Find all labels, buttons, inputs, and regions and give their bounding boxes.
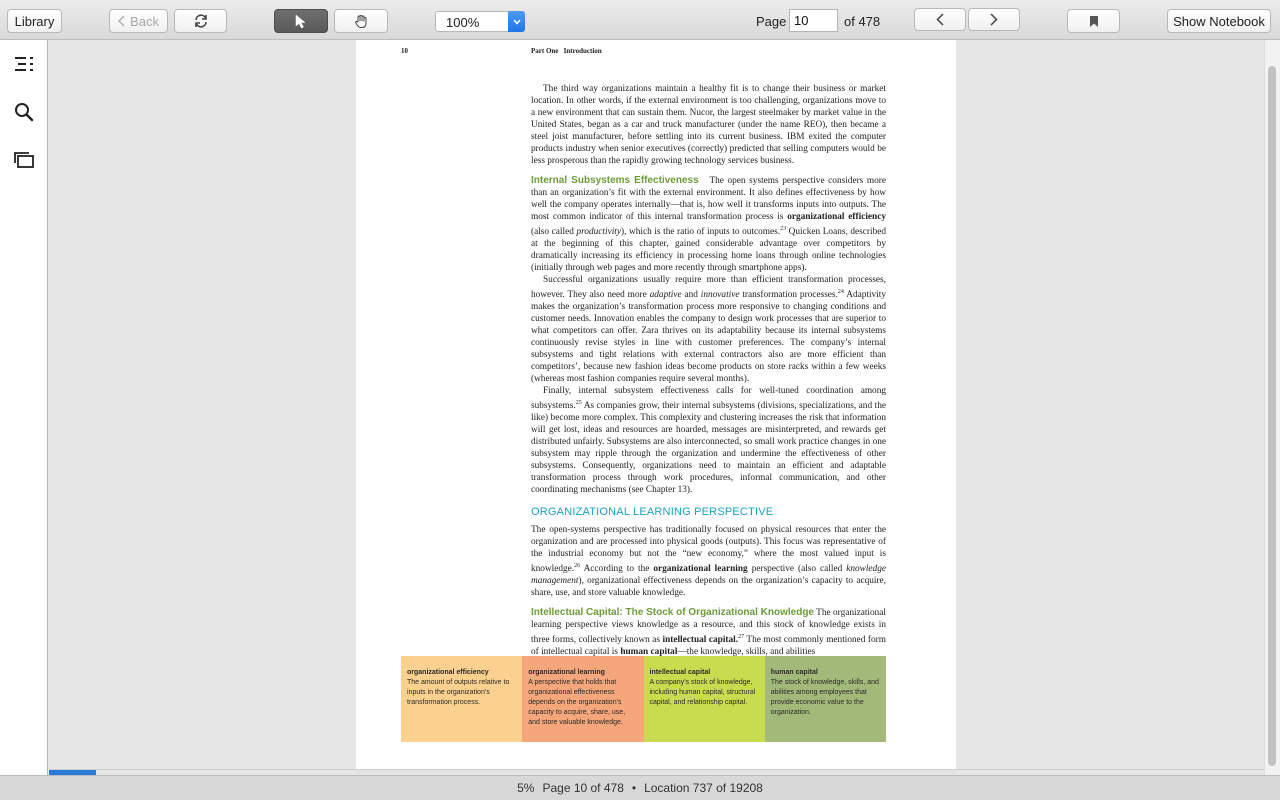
bookmark-button[interactable] — [1067, 9, 1120, 33]
section-heading: ORGANIZATIONAL LEARNING PERSPECTIVE — [531, 506, 774, 519]
previous-page-button[interactable] — [914, 8, 966, 31]
paragraph-text: ), organizational effectiveness depends … — [531, 576, 886, 599]
progress-percent: 5% — [517, 781, 535, 795]
glossary-term: human capital — [770, 669, 818, 676]
zoom-value: 100% — [446, 15, 480, 30]
hand-icon — [354, 14, 369, 29]
reader-content: 10 Part One Introduction The third way o… — [49, 40, 1264, 769]
thumbnails-icon[interactable] — [13, 149, 35, 171]
status-separator: • — [631, 781, 637, 795]
running-head-part: Part One — [531, 47, 559, 55]
key-term: intellectual capital. — [662, 635, 739, 646]
page-label: Page — [756, 14, 787, 29]
paragraph-text: According to the — [580, 564, 654, 575]
emphasis: productivity — [576, 227, 622, 238]
emphasis: innovative — [700, 290, 740, 301]
refresh-icon — [193, 13, 209, 29]
location-info: Location 737 of 19208 — [644, 781, 763, 795]
emphasis: adaptive — [649, 290, 682, 301]
table-of-contents-icon[interactable] — [13, 53, 35, 75]
page-total: of 478 — [844, 14, 881, 29]
refresh-button[interactable] — [174, 9, 227, 33]
vertical-scrollbar[interactable] — [1264, 40, 1280, 775]
glossary-item: intellectual capital A company’s stock o… — [643, 656, 765, 742]
glossary-definition: The stock of knowledge, skills, and abil… — [770, 679, 879, 716]
key-term: organizational efficiency — [787, 212, 886, 222]
paragraph-text: and — [681, 290, 701, 301]
glossary-definition: The amount of outputs relative to inputs… — [407, 679, 510, 706]
running-head: Part One Introduction — [531, 47, 602, 55]
back-button[interactable]: Back — [109, 9, 168, 33]
pointer-icon — [295, 13, 307, 29]
chevron-down-icon — [508, 11, 525, 32]
scrollbar-thumb[interactable] — [1268, 66, 1276, 766]
library-button[interactable]: Library — [7, 9, 62, 33]
paragraph-text: transformation processes. — [739, 290, 838, 301]
paragraph: Intellectual Capital: The Stock of Organ… — [531, 607, 886, 658]
chevron-left-icon — [118, 15, 125, 27]
glossary-item: human capital The stock of knowledge, sk… — [764, 656, 886, 742]
paragraph-text: The third way organizations maintain a h… — [531, 84, 886, 166]
paragraph-text: (also called — [531, 227, 577, 238]
back-label: Back — [130, 13, 159, 29]
glossary-strip: organizational efficiency The amount of … — [401, 656, 886, 742]
chevron-left-icon — [936, 13, 944, 26]
paragraph: Finally, internal subsystem effectivenes… — [531, 385, 886, 496]
sidebar — [0, 40, 48, 775]
page-number: 10 — [401, 47, 408, 55]
paragraph: The third way organizations maintain a h… — [531, 83, 886, 167]
paragraph: Internal Subsystems Effectiveness The op… — [531, 175, 886, 274]
show-notebook-button[interactable]: Show Notebook — [1167, 9, 1271, 33]
paragraph-text: Adaptivity makes the organization’s tran… — [531, 290, 886, 385]
search-icon[interactable] — [13, 101, 35, 123]
section-heading: Intellectual Capital: The Stock of Organ… — [531, 607, 814, 619]
glossary-term: organizational efficiency — [407, 669, 489, 676]
toolbar: Library Back 100% Page 10 of 478 Show No… — [0, 0, 1280, 40]
zoom-select[interactable]: 100% — [435, 11, 525, 32]
page-body: The third way organizations maintain a h… — [531, 83, 886, 658]
chevron-right-icon — [990, 13, 998, 26]
glossary-term: intellectual capital — [649, 669, 711, 676]
page-info: Page 10 of 478 — [542, 781, 624, 795]
glossary-item: organizational efficiency The amount of … — [401, 656, 523, 742]
paragraph-text: ), which is the ratio of inputs to outco… — [621, 227, 781, 238]
next-page-button[interactable] — [968, 8, 1020, 31]
glossary-definition: A company’s stock of knowledge, includin… — [649, 679, 756, 706]
bookmark-icon — [1089, 15, 1099, 28]
glossary-definition: A perspective that holds that organizati… — [528, 679, 626, 726]
page-number-input[interactable]: 10 — [789, 9, 838, 32]
glossary-term: organizational learning — [528, 669, 605, 676]
book-page: 10 Part One Introduction The third way o… — [356, 40, 956, 769]
paragraph: The open-systems perspective has traditi… — [531, 524, 886, 599]
paragraph-text: As companies grow, their internal subsys… — [531, 401, 886, 496]
select-tool-button[interactable] — [274, 9, 328, 33]
status-bar: 5% Page 10 of 478 • Location 737 of 1920… — [0, 775, 1280, 800]
running-head-title: Introduction — [563, 47, 602, 55]
section-heading: Internal Subsystems Effectiveness — [531, 175, 699, 186]
key-term: organizational learning — [653, 564, 748, 575]
paragraph-text: perspective (also called — [747, 564, 847, 575]
hand-tool-button[interactable] — [334, 9, 388, 33]
glossary-item: organizational learning A perspective th… — [522, 656, 644, 742]
paragraph: Successful organizations usually require… — [531, 274, 886, 385]
